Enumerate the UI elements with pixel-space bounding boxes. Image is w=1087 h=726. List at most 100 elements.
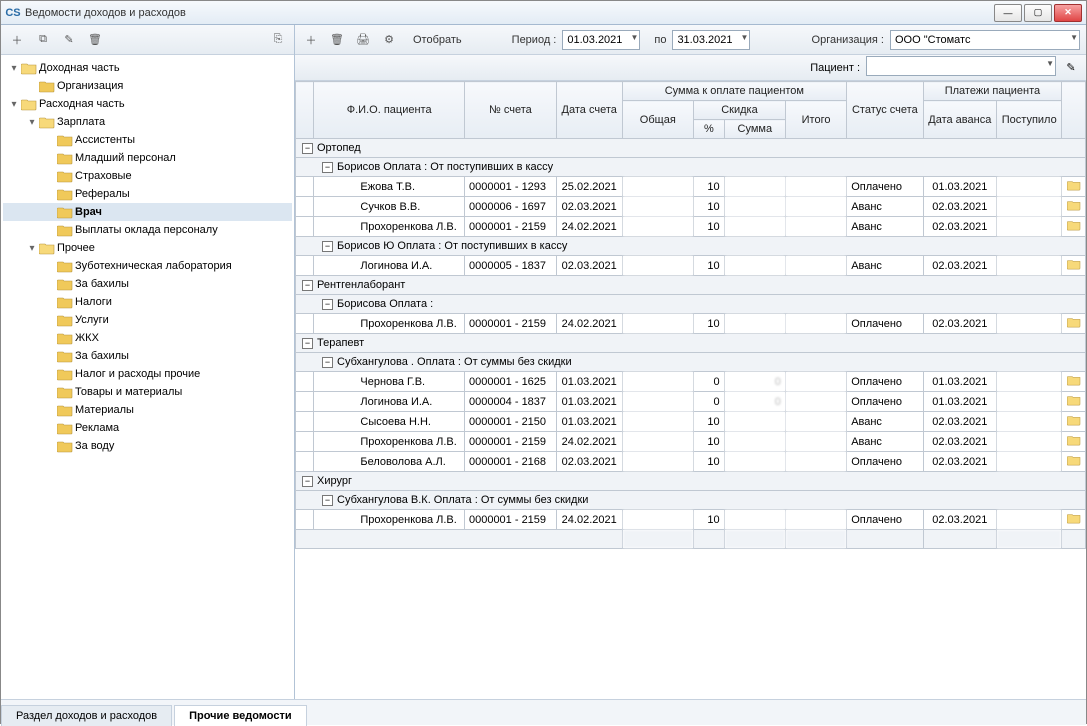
period-from-input[interactable]: 01.03.2021 [562,30,640,50]
expand-toggle[interactable]: · [43,441,57,452]
expand-toggle[interactable]: · [43,135,57,146]
col-total[interactable]: Общая [622,101,693,139]
table-row[interactable]: Прохоренкова Л.В.0000001 - 215924.02.202… [296,510,1086,530]
tab-sections[interactable]: Раздел доходов и расходов [1,705,172,726]
add-row-icon[interactable]: ＋ [301,30,321,50]
period-to-input[interactable]: 31.03.2021 [672,30,750,50]
tree-node[interactable]: ·Реклама [3,419,292,437]
collapse-toggle[interactable]: − [302,338,313,349]
tree-node[interactable]: ·ЖКХ [3,329,292,347]
collapse-toggle[interactable]: − [322,495,333,506]
col-fio[interactable]: Ф.И.О. пациента [314,82,465,139]
row-action-icon[interactable] [1062,177,1086,197]
row-action-icon[interactable] [1062,217,1086,237]
tree-node[interactable]: ·Товары и материалы [3,383,292,401]
col-disc-pct[interactable]: % [694,120,725,139]
col-disc-sum[interactable]: Сумма [724,120,785,139]
tree-node[interactable]: ·Рефералы [3,185,292,203]
expand-toggle[interactable]: · [43,153,57,164]
tree-node[interactable]: ·За бахилы [3,347,292,365]
collapse-toggle[interactable]: − [322,241,333,252]
row-action-icon[interactable] [1062,256,1086,276]
collapse-toggle[interactable]: − [302,280,313,291]
group-row[interactable]: −Ортопед [296,139,1086,158]
copy-icon[interactable]: ⎘ [268,30,288,50]
col-itogo[interactable]: Итого [785,101,846,139]
tree-node[interactable]: ·Ассистенты [3,131,292,149]
tree-node[interactable]: ·За воду [3,437,292,455]
tree-node[interactable]: ·Младший персонал [3,149,292,167]
expand-toggle[interactable]: ▾ [7,99,21,110]
tree-node[interactable]: ▾Прочее [3,239,292,257]
expand-toggle[interactable]: · [25,81,39,92]
collapse-toggle[interactable]: − [322,357,333,368]
table-row[interactable]: Сысоева Н.Н.0000001 - 215001.03.202110Ав… [296,412,1086,432]
row-action-icon[interactable] [1062,432,1086,452]
tree-node[interactable]: ·Врач [3,203,292,221]
tree-node[interactable]: ▾Расходная часть [3,95,292,113]
col-sum-group[interactable]: Сумма к оплате пациентом [622,82,847,101]
expand-toggle[interactable]: · [43,279,57,290]
row-action-icon[interactable] [1062,452,1086,472]
group-row[interactable]: −Борисова Оплата : [296,295,1086,314]
group-row[interactable]: −Борисов Ю Оплата : От поступивших в кас… [296,237,1086,256]
table-row[interactable]: Логинова И.А.0000005 - 183702.03.202110А… [296,256,1086,276]
table-row[interactable]: Сучков В.В.0000006 - 169702.03.202110Ава… [296,197,1086,217]
expand-toggle[interactable]: · [43,369,57,380]
col-date[interactable]: Дата счета [556,82,622,139]
expand-toggle[interactable]: ▾ [25,117,39,128]
group-row[interactable]: −Субхангулова В.К. Оплата : От суммы без… [296,491,1086,510]
expand-toggle[interactable]: · [43,351,57,362]
col-status[interactable]: Статус счета [847,82,923,139]
category-tree[interactable]: ▾Доходная часть·Организация▾Расходная ча… [1,55,294,699]
tree-node[interactable]: ·Организация [3,77,292,95]
collapse-toggle[interactable]: − [302,143,313,154]
row-action-icon[interactable] [1062,510,1086,530]
row-action-icon[interactable] [1062,412,1086,432]
expand-toggle[interactable]: · [43,225,57,236]
tree-node[interactable]: ▾Доходная часть [3,59,292,77]
delete-row-icon[interactable]: 🗑 [327,30,347,50]
col-account[interactable]: № счета [464,82,556,139]
group-row[interactable]: −Хирург [296,472,1086,491]
expand-toggle[interactable]: · [43,315,57,326]
edit-patient-icon[interactable]: ✎ [1062,59,1080,77]
expand-toggle[interactable]: · [43,189,57,200]
print-icon[interactable]: 🖨 [353,30,373,50]
expand-toggle[interactable]: · [43,423,57,434]
collapse-toggle[interactable]: − [322,299,333,310]
expand-toggle[interactable]: · [43,297,57,308]
tree-node[interactable]: ·Материалы [3,401,292,419]
row-action-icon[interactable] [1062,314,1086,334]
expand-toggle[interactable]: · [43,387,57,398]
group-row[interactable]: −Субхангулова . Оплата : От суммы без ск… [296,353,1086,372]
add-child-icon[interactable]: ⧉ [33,30,53,50]
table-row[interactable]: Беловолова А.Л.0000001 - 216802.03.20211… [296,452,1086,472]
row-action-icon[interactable] [1062,392,1086,412]
edit-icon[interactable]: ✎ [59,30,79,50]
col-disc-group[interactable]: Скидка [694,101,786,120]
tree-node[interactable]: ·Услуги [3,311,292,329]
expand-toggle[interactable]: · [43,171,57,182]
close-button[interactable]: ✕ [1054,4,1082,22]
expand-toggle[interactable]: ▾ [25,243,39,254]
tab-other[interactable]: Прочие ведомости [174,705,307,726]
expand-toggle[interactable]: · [43,405,57,416]
settings-icon[interactable]: ⚙ [379,30,399,50]
col-received[interactable]: Поступило [997,101,1062,139]
group-row[interactable]: −Борисов Оплата : От поступивших в кассу [296,158,1086,177]
tree-node[interactable]: ·Налог и расходы прочие [3,365,292,383]
tree-node[interactable]: ·Страховые [3,167,292,185]
patient-select[interactable] [866,56,1056,76]
expand-toggle[interactable]: · [43,207,57,218]
row-action-icon[interactable] [1062,372,1086,392]
table-row[interactable]: Прохоренкова Л.В.0000001 - 215924.02.202… [296,217,1086,237]
tree-node[interactable]: ▾Зарплата [3,113,292,131]
col-avans-date[interactable]: Дата аванса [923,101,997,139]
group-row[interactable]: ▶−Терапевт [296,334,1086,353]
table-row[interactable]: Ежова Т.В.0000001 - 129325.02.202110Опла… [296,177,1086,197]
expand-toggle[interactable]: · [43,261,57,272]
expand-toggle[interactable]: · [43,333,57,344]
tree-node[interactable]: ·Налоги [3,293,292,311]
expand-toggle[interactable]: ▾ [7,63,21,74]
